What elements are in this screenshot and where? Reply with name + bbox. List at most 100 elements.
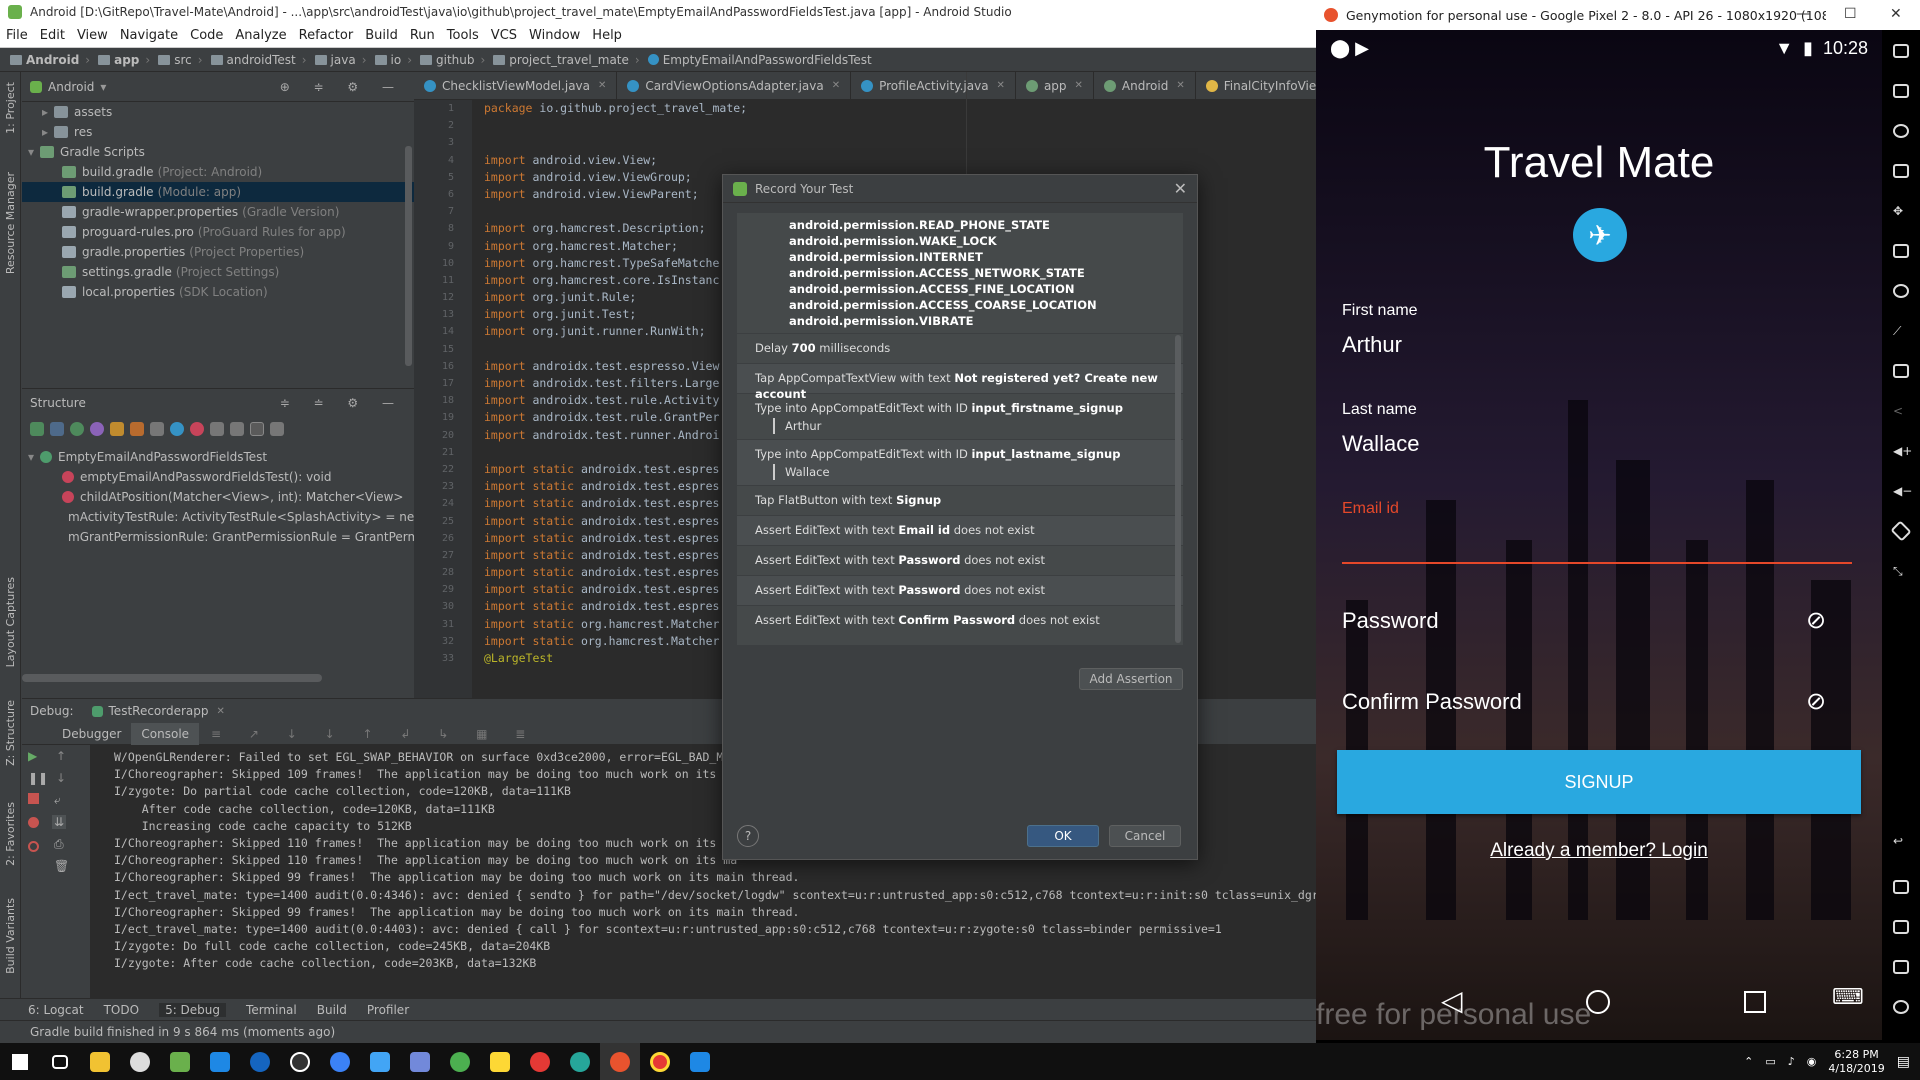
menu-view[interactable]: View bbox=[71, 28, 114, 43]
tab-android[interactable]: Android ✕ bbox=[1094, 72, 1196, 99]
taskbar-app[interactable] bbox=[520, 1043, 560, 1080]
sort-visibility-icon[interactable] bbox=[50, 422, 64, 436]
menu-run[interactable]: Run bbox=[404, 28, 441, 43]
power-icon[interactable] bbox=[1893, 1000, 1909, 1014]
breadcrumb-item[interactable]: EmptyEmailAndPasswordFieldsTest bbox=[644, 53, 872, 67]
taskbar-app[interactable] bbox=[120, 1043, 160, 1080]
tab-profiler[interactable]: Profiler bbox=[367, 1003, 409, 1017]
chevron-down-icon[interactable]: ▾ bbox=[100, 80, 106, 94]
taskbar-app[interactable] bbox=[280, 1043, 320, 1080]
recorded-steps-list[interactable]: android.permission.READ_PHONE_STATE andr… bbox=[737, 213, 1183, 645]
breadcrumb-item[interactable]: java › bbox=[311, 53, 367, 67]
menu-vcs[interactable]: VCS bbox=[485, 28, 523, 43]
tool-project[interactable]: 1: Project bbox=[4, 82, 17, 134]
breadcrumb-item[interactable]: Android › bbox=[6, 53, 90, 67]
menu-code[interactable]: Code bbox=[184, 28, 229, 43]
menu-edit[interactable]: Edit bbox=[34, 28, 71, 43]
visibility-off-icon[interactable]: ⊘ bbox=[1806, 687, 1826, 716]
home-icon[interactable] bbox=[1893, 960, 1909, 974]
confirm-password-field[interactable]: Confirm Password bbox=[1342, 689, 1782, 715]
taskbar-chrome[interactable] bbox=[640, 1043, 680, 1080]
code-line[interactable]: import androidx.test.runner.Androi bbox=[484, 427, 747, 444]
login-link[interactable]: Already a member? Login bbox=[1316, 840, 1882, 862]
back-icon[interactable]: ↩ bbox=[1893, 834, 1909, 848]
close-icon[interactable]: ✕ bbox=[1890, 6, 1902, 22]
disk-widget-icon[interactable] bbox=[1893, 284, 1909, 298]
tab-cardviewoptionsadapter[interactable]: CardViewOptionsAdapter.java ✕ bbox=[617, 72, 852, 99]
recorded-step[interactable]: Tap FlatButton with text Signup bbox=[737, 485, 1183, 515]
tab-app[interactable]: app ✕ bbox=[1016, 72, 1094, 99]
taskbar-app[interactable] bbox=[360, 1043, 400, 1080]
close-icon[interactable]: ✕ bbox=[1075, 80, 1083, 91]
clear-all-icon[interactable]: 🗑 bbox=[54, 859, 69, 873]
soft-wrap-icon[interactable]: ⤶ bbox=[54, 793, 61, 808]
tab-console[interactable]: Console bbox=[131, 722, 200, 745]
tree-item-gradle-wrapper[interactable]: gradle-wrapper.properties (Gradle Version… bbox=[22, 202, 414, 222]
filter-icon[interactable] bbox=[150, 422, 164, 436]
up-arrow-icon[interactable]: ↑ bbox=[56, 749, 66, 763]
close-icon[interactable]: ✕ bbox=[832, 80, 840, 91]
tool-build-variants[interactable]: Build Variants bbox=[4, 898, 17, 974]
code-line[interactable]: import org.hamcrest.Description; bbox=[484, 220, 747, 237]
menu-file[interactable]: File bbox=[0, 28, 34, 43]
menu-navigate[interactable]: Navigate bbox=[114, 28, 184, 43]
battery-widget-icon[interactable] bbox=[1893, 44, 1909, 58]
debug-step-toolbar[interactable]: ≡ ↗ ↓ ↓ ↑ ↲ ↳ ▦ ≣ bbox=[211, 727, 537, 741]
code-line[interactable]: import static androidx.test.espres bbox=[484, 478, 747, 495]
menu-analyze[interactable]: Analyze bbox=[229, 28, 292, 43]
code-line[interactable]: import androidx.test.espresso.View bbox=[484, 358, 747, 375]
close-icon[interactable]: ✕ bbox=[1176, 80, 1184, 91]
tree-item-build-gradle-project[interactable]: build.gradle (Project: Android) bbox=[22, 162, 414, 182]
code-line[interactable]: import androidx.test.rule.GrantPer bbox=[484, 409, 747, 426]
taskbar-app[interactable] bbox=[440, 1043, 480, 1080]
network-widget-icon[interactable]: ⟋ bbox=[1893, 324, 1909, 338]
tree-item-res[interactable]: ▸ res bbox=[22, 122, 414, 142]
code-line[interactable]: import org.hamcrest.core.IsInstanc bbox=[484, 272, 747, 289]
code-line[interactable]: import androidx.test.rule.Activity bbox=[484, 392, 747, 409]
code-line[interactable]: import org.junit.Test; bbox=[484, 306, 747, 323]
tab-debugger[interactable]: Debugger bbox=[52, 727, 131, 741]
structure-member[interactable]: emptyEmailAndPasswordFieldsTest(): void bbox=[22, 467, 414, 487]
breadcrumb-item[interactable]: project_travel_mate › bbox=[489, 53, 640, 67]
code-line[interactable]: import static androidx.test.espres bbox=[484, 547, 747, 564]
help-button[interactable]: ? bbox=[737, 825, 759, 847]
taskbar-app[interactable] bbox=[480, 1043, 520, 1080]
tab-debug[interactable]: 5: Debug bbox=[159, 1002, 227, 1017]
breadcrumb-item[interactable]: app › bbox=[94, 53, 150, 67]
volume-icon[interactable]: ♪ bbox=[1788, 1055, 1795, 1068]
resume-icon[interactable]: ▶ bbox=[28, 749, 37, 763]
last-name-field[interactable]: Wallace bbox=[1342, 431, 1852, 465]
code-line[interactable]: import static androidx.test.espres bbox=[484, 564, 747, 581]
stop-icon[interactable] bbox=[28, 793, 39, 804]
code-line[interactable]: import static androidx.test.espres bbox=[484, 495, 747, 512]
taskbar-discord[interactable] bbox=[400, 1043, 440, 1080]
debug-config-tab[interactable]: TestRecorderapp ✕ bbox=[91, 704, 225, 718]
password-field[interactable]: Password bbox=[1342, 608, 1782, 634]
recorded-step[interactable]: Assert EditText with text Email id does … bbox=[737, 515, 1183, 545]
gamepad-icon[interactable]: ◉ bbox=[1807, 1055, 1817, 1068]
tree-item-gradle-properties[interactable]: gradle.properties (Project Properties) bbox=[22, 242, 414, 262]
email-field-underline[interactable] bbox=[1342, 562, 1852, 564]
tree-item-proguard[interactable]: proguard-rules.pro (ProGuard Rules for ap… bbox=[22, 222, 414, 242]
recorded-step[interactable]: Delay 700 milliseconds bbox=[737, 333, 1183, 363]
taskbar-chrome[interactable] bbox=[320, 1043, 360, 1080]
code-line[interactable]: package io.github.project_travel_mate; bbox=[484, 100, 747, 117]
show-anonymous-icon[interactable] bbox=[170, 422, 184, 436]
tab-finalcityinfoview[interactable]: FinalCityInfoView.java✕ bbox=[1196, 72, 1316, 99]
recorded-step[interactable]: Tap AppCompatTextView with text Not regi… bbox=[737, 363, 1183, 401]
close-icon[interactable]: ✕ bbox=[598, 80, 606, 91]
chevron-up-icon[interactable]: ⌃ bbox=[1744, 1055, 1753, 1068]
code-line[interactable] bbox=[484, 341, 747, 358]
webcam-widget-icon[interactable] bbox=[1893, 124, 1909, 138]
autoscroll-to-source-icon[interactable] bbox=[250, 422, 264, 436]
view-breakpoints-icon[interactable] bbox=[28, 817, 39, 828]
structure-scrollbar[interactable] bbox=[22, 674, 322, 682]
signup-button[interactable]: SIGNUP bbox=[1337, 750, 1861, 814]
tree-item-local-properties[interactable]: local.properties (SDK Location) bbox=[22, 282, 414, 302]
close-icon[interactable]: ✕ bbox=[1174, 179, 1187, 198]
task-view-button[interactable] bbox=[40, 1043, 80, 1080]
code-line[interactable]: import org.hamcrest.TypeSafeMatche bbox=[484, 255, 747, 272]
structure-member[interactable]: childAtPosition(Matcher<View>, int): Mat… bbox=[22, 487, 414, 507]
taskbar-file-explorer[interactable] bbox=[80, 1043, 120, 1080]
code-line[interactable]: import org.junit.Rule; bbox=[484, 289, 747, 306]
